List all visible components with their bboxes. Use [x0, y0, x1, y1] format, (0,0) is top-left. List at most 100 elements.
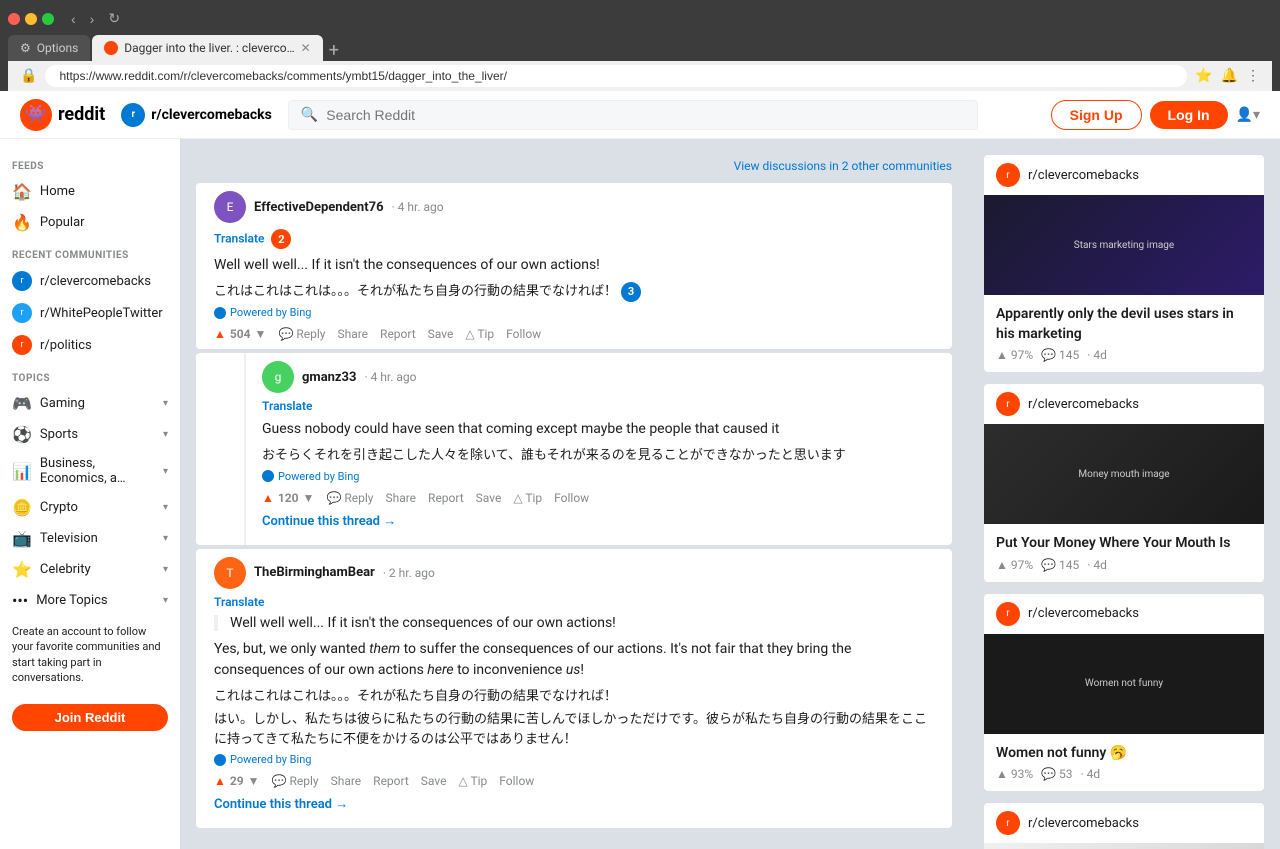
comment-3-downvote[interactable]: ▼	[248, 774, 260, 788]
minimize-dot[interactable]	[25, 13, 37, 25]
reload-button[interactable]: ↻	[103, 8, 125, 29]
right-card-2-upvote-stat: ▲ 97%	[996, 558, 1033, 572]
shield-icon: 🔒	[20, 68, 37, 84]
comment-2-save-button[interactable]: Save	[476, 491, 502, 505]
sidebar-topic-more[interactable]: •••More Topics ▾	[0, 585, 180, 616]
comment-1-follow-button[interactable]: Follow	[506, 327, 541, 341]
sign-up-button[interactable]: Sign Up	[1051, 100, 1142, 130]
television-icon: 📺	[12, 529, 32, 548]
comment-3-save-button[interactable]: Save	[421, 774, 447, 788]
comment-3-blockquote: Well well well... If it isn't the conseq…	[214, 615, 936, 631]
right-card-3-title[interactable]: Women not funny 🥱	[996, 744, 1252, 764]
join-reddit-button[interactable]: Join Reddit	[12, 704, 168, 731]
right-card-1-comment-stat: 💬 145	[1041, 348, 1079, 362]
comment-1-reply-button[interactable]: 💬 Reply	[278, 327, 325, 341]
close-dot[interactable]	[8, 13, 20, 25]
comment-3-avatar: T	[214, 557, 246, 589]
comment-1-body: Well well well... If it isn't the conseq…	[214, 255, 936, 276]
extensions-icon[interactable]: ⭐	[1195, 68, 1212, 84]
right-card-4-community[interactable]: r/clevercomebacks	[1028, 816, 1139, 831]
right-card-1-community[interactable]: r/clevercomebacks	[1028, 168, 1139, 183]
sidebar-item-whitepeopletwitter[interactable]: r r/WhitePeopleTwitter	[0, 297, 180, 329]
comment-2-username[interactable]: gmanz33	[302, 370, 356, 385]
business-icon: 📊	[12, 462, 32, 481]
comment-1-upvote[interactable]: ▲	[214, 327, 226, 341]
continue-thread-1[interactable]: Continue this thread →	[262, 513, 936, 529]
comment-3-report-button[interactable]: Report	[373, 774, 409, 788]
sidebar-item-politics[interactable]: r r/politics	[0, 329, 180, 361]
create-account-text: Create an account to follow your favorit…	[0, 616, 180, 694]
comment-2-report-button[interactable]: Report	[428, 491, 464, 505]
reddit-navbar: 👾 reddit r r/clevercomebacks 🔍 Sign Up L…	[0, 91, 1280, 139]
new-tab-button[interactable]: +	[329, 40, 339, 61]
right-card-3-community[interactable]: r/clevercomebacks	[1028, 606, 1139, 621]
right-card-3-header: Women not funny 🥱 ▲ 93% 💬 53 · 4d	[984, 734, 1264, 792]
gaming-chevron: ▾	[163, 398, 168, 409]
search-input[interactable]	[326, 107, 965, 123]
sidebar-item-popular[interactable]: 🔥 Popular	[0, 207, 180, 238]
maximize-dot[interactable]	[42, 13, 54, 25]
comment-2-follow-button[interactable]: Follow	[554, 491, 589, 505]
comment-2-tip-button[interactable]: △ Tip	[513, 491, 542, 505]
right-card-2-age: · 4d	[1087, 558, 1107, 572]
comment-1-meta: E EffectiveDependent76 · 4 hr. ago	[214, 191, 936, 223]
topics-label: TOPICS	[0, 361, 180, 388]
forward-button[interactable]: ›	[85, 8, 100, 29]
comment-2-share-button[interactable]: Share	[385, 491, 416, 505]
sidebar-topic-business[interactable]: 📊Business, Economics, a… ▾	[0, 450, 180, 492]
feeds-label: FEEDS	[0, 149, 180, 176]
comment-1-tip-button[interactable]: △ Tip	[465, 327, 494, 341]
comment-2-timestamp: · 4 hr. ago	[364, 370, 416, 384]
sidebar-item-clevercomebacks[interactable]: r r/clevercomebacks	[0, 265, 180, 297]
main-content: View discussions in 2 other communities …	[180, 139, 968, 849]
reddit-logo[interactable]: 👾 reddit	[20, 99, 105, 131]
comment-1-translate[interactable]: Translate 2	[214, 229, 936, 249]
comment-3-body1: Yes, but, we only wanted them to suffer …	[214, 639, 936, 681]
comment-2-downvote[interactable]: ▼	[303, 491, 315, 505]
sidebar-topic-celebrity[interactable]: ⭐Celebrity ▾	[0, 554, 180, 585]
sidebar-topic-sports[interactable]: ⚽Sports ▾	[0, 419, 180, 450]
right-card-1-title[interactable]: Apparently only the devil uses stars in …	[996, 305, 1252, 344]
comment-3-follow-button[interactable]: Follow	[499, 774, 534, 788]
comment-2-translate[interactable]: Translate	[262, 399, 936, 413]
comment-3-upvote[interactable]: ▲	[214, 774, 226, 788]
comment-3-share-button[interactable]: Share	[331, 774, 362, 788]
comment-3-timestamp: · 2 hr. ago	[383, 566, 435, 580]
comment-1-report-button[interactable]: Report	[380, 327, 416, 341]
comment-3-translate[interactable]: Translate	[214, 595, 936, 609]
sidebar-item-home[interactable]: 🏠 Home	[0, 176, 180, 207]
sidebar-topic-television[interactable]: 📺Television ▾	[0, 523, 180, 554]
log-in-button[interactable]: Log In	[1150, 101, 1228, 129]
sidebar-topic-crypto[interactable]: 🪙Crypto ▾	[0, 492, 180, 523]
tab-options[interactable]: ⚙ Options	[8, 35, 90, 61]
right-card-1-image: Stars marketing image	[984, 195, 1264, 295]
comment-1-actions: ▲ 504 ▼ 💬 Reply Share Report Save △ Tip …	[214, 327, 936, 341]
comment-2-reply-button[interactable]: 💬 Reply	[326, 491, 373, 505]
comment-2-actions: ▲ 120 ▼ 💬 Reply Share Report Save △ Tip …	[262, 491, 936, 505]
comment-1-username[interactable]: EffectiveDependent76	[254, 200, 384, 215]
tab-reddit[interactable]: Dagger into the liver. : cleverco… ✕	[92, 35, 322, 61]
comment-3-reply-button[interactable]: 💬 Reply	[272, 774, 319, 788]
comment-1-share-button[interactable]: Share	[337, 327, 368, 341]
continue-thread-2[interactable]: Continue this thread →	[214, 796, 936, 812]
back-button[interactable]: ‹	[66, 8, 81, 29]
comment-1-jp: これはこれはこれは。。。それが私たち自身の行動の結果でなければ！3	[214, 282, 936, 302]
url-bar[interactable]	[45, 65, 1187, 87]
comment-1-save-button[interactable]: Save	[428, 327, 454, 341]
view-discussions-link[interactable]: View discussions in 2 other communities	[196, 155, 952, 183]
right-card-2-title[interactable]: Put Your Money Where Your Mouth Is	[996, 534, 1252, 554]
comment-3-username[interactable]: TheBirminghamBear	[254, 565, 375, 580]
right-card-2-community[interactable]: r/clevercomebacks	[1028, 397, 1139, 412]
comment-3-tip-button[interactable]: △ Tip	[458, 774, 487, 788]
user-menu-icon[interactable]: 👤▾	[1236, 107, 1260, 123]
comment-1-badge: 2	[271, 229, 291, 249]
tab-close-icon[interactable]: ✕	[301, 41, 311, 55]
comment-1-downvote[interactable]: ▼	[255, 327, 267, 341]
right-card-2-avatar: r	[996, 392, 1020, 416]
right-card-1-preview: Stars marketing image	[984, 195, 1264, 295]
subreddit-nav-item[interactable]: r r/clevercomebacks	[121, 103, 272, 127]
recent-communities-label: RECENT COMMUNITIES	[0, 238, 180, 265]
comment-2-upvote[interactable]: ▲	[262, 491, 274, 505]
settings-icon[interactable]: ⋮	[1246, 68, 1260, 84]
sidebar-topic-gaming[interactable]: 🎮Gaming ▾	[0, 388, 180, 419]
